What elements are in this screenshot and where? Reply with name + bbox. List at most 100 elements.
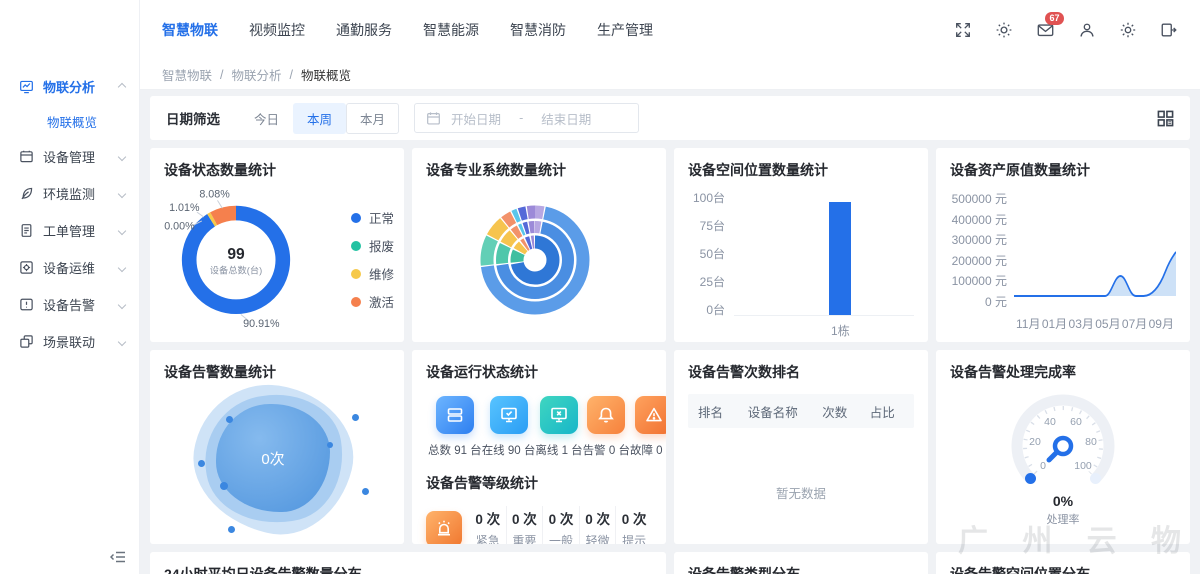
sidebar: 物联分析 物联概览 设备管理 环境监测 工单管理 设备运维 [0,0,140,574]
y-tick: 0台 [706,304,725,316]
completion-gauge-chart: 0 20 40 60 80 100 0% 处理率 [950,384,1176,530]
layout-grid-icon[interactable] [1157,110,1174,127]
donut-pct-scrap: 0.00% [164,221,195,233]
top-nav-bar: 智慧物联 视频监控 通勤服务 智慧能源 智慧消防 生产管理 67 [140,0,1200,60]
gear-square-icon [19,260,34,275]
theme-sun-icon[interactable] [1119,21,1137,39]
legend-item-normal[interactable]: 正常 [351,208,394,227]
alarm-level-title: 设备告警等级统计 [426,473,652,493]
gauge-tick-label: 40 [1044,416,1056,428]
level-important: 0 次 重要 [506,506,543,544]
legend-item-repair[interactable]: 维修 [351,264,394,283]
nav-tab-production[interactable]: 生产管理 [597,20,653,40]
gauge-tick-label: 60 [1070,416,1082,428]
date-range-input[interactable]: 开始日期 - 结束日期 [414,103,639,133]
sidebar-item-label: 设备运维 [43,258,95,277]
sidebar-item-device-ops[interactable]: 设备运维 [0,249,139,286]
sidebar-item-label: 环境监测 [43,184,95,203]
breadcrumb-item[interactable]: 物联分析 [232,65,282,84]
gauge-value: 0% [1053,493,1074,509]
nav-tab-video-monitor[interactable]: 视频监控 [249,20,305,40]
sidebar-item-device-management[interactable]: 设备管理 [0,138,139,175]
chevron-down-icon [118,226,126,234]
top-nav: 智慧物联 视频监控 通勤服务 智慧能源 智慧消防 生产管理 [162,20,653,40]
x-tick: 05月 [1095,315,1120,332]
card-24h-alarm-distribution: 24小时平均日设备告警数量分布 [150,552,666,574]
chevron-up-icon [118,82,126,90]
breadcrumb-current: 物联概览 [301,65,351,84]
column-header: 占比 [860,402,914,421]
chevron-down-icon [118,152,126,160]
level-value: 0 次 [507,508,543,528]
nav-tab-smart-fire[interactable]: 智慧消防 [510,20,566,40]
chevron-down-icon [118,337,126,345]
sidebar-item-device-alarm[interactable]: 设备告警 [0,286,139,323]
sidebar-collapse-icon[interactable] [110,550,126,564]
main-area: 智慧物联 视频监控 通勤服务 智慧能源 智慧消防 生产管理 67 [140,0,1200,574]
dashboard-cards: 设备状态数量统计 8.08% 1.01% [150,148,1190,574]
nav-tab-smart-iot[interactable]: 智慧物联 [162,20,218,40]
level-hint: 0 次 提示 [615,506,652,544]
chevron-down-icon [118,300,126,308]
sidebar-item-label: 设备告警 [43,295,95,314]
sidebar-item-work-order[interactable]: 工单管理 [0,212,139,249]
nav-tab-commute-service[interactable]: 通勤服务 [336,20,392,40]
sidebar-item-env-monitoring[interactable]: 环境监测 [0,175,139,212]
blob-inner: 0次 [216,404,330,512]
user-icon[interactable] [1078,21,1096,39]
top-icons: 67 [954,21,1178,39]
level-normal: 0 次 一般 [542,506,579,544]
fullscreen-icon[interactable] [954,21,972,39]
tile-label: 总数 91 台 [428,442,482,458]
sidebar-item-scene-linkage[interactable]: 场景联动 [0,323,139,360]
card-title: 设备告警类型分布 [688,564,914,574]
legend-label: 激活 [369,292,394,311]
y-tick: 75台 [700,220,725,232]
level-value: 0 次 [616,508,652,528]
sidebar-subitem-iot-overview[interactable]: 物联概览 [0,105,139,138]
bar-building-1[interactable] [829,202,851,315]
legend-item-active[interactable]: 激活 [351,292,394,311]
chevron-down-icon [118,263,126,271]
quick-today-button[interactable]: 今日 [240,103,293,134]
tile-online: 在线 90 台 [482,396,536,458]
monitor-x-icon [540,396,578,434]
calendar-icon [426,111,441,126]
area-plot: 11月 01月 03月 05月 07月 09月 [1014,190,1176,332]
sidebar-item-iot-analysis[interactable]: 物联分析 [0,68,139,105]
gauge-tick-label: 100 [1074,460,1092,472]
y-tick: 25台 [700,276,725,288]
legend-item-scrap[interactable]: 报废 [351,236,394,255]
logout-icon[interactable] [1160,21,1178,39]
quick-month-button[interactable]: 本月 [346,103,399,134]
legend-dot [351,213,361,223]
system-sunburst-chart [426,180,652,336]
level-label: 轻微 [580,532,616,544]
y-tick: 300000 元 [952,231,1007,248]
tile-total: 总数 91 台 [428,396,482,458]
level-urgent: 0 次 紧急 [470,506,506,544]
chevron-down-icon [118,189,126,197]
list-icon [436,396,474,434]
nav-tab-smart-energy[interactable]: 智慧能源 [423,20,479,40]
tile-label: 离线 1 台 [535,442,582,458]
gauge-tick-label: 80 [1085,436,1097,448]
legend-dot [351,241,361,251]
sidebar-item-label: 物联分析 [43,77,95,96]
y-tick: 50台 [700,248,725,260]
device-icon [19,149,34,164]
scatter-dot [198,460,205,467]
mail-icon[interactable]: 67 [1036,21,1055,39]
siren-icon [426,511,462,545]
warning-triangle-icon [635,396,666,434]
sidebar-item-label: 设备管理 [43,147,95,166]
breadcrumb-item[interactable]: 智慧物联 [162,65,212,84]
area-x-axis: 11月 01月 03月 05月 07月 09月 [1014,315,1176,332]
start-date-placeholder: 开始日期 [451,109,501,128]
settings-gear-icon[interactable] [995,21,1013,39]
y-tick: 100台 [693,192,725,204]
column-header: 设备名称 [738,402,813,421]
legend-label: 维修 [369,264,394,283]
gauge-tick-label: 20 [1029,436,1041,448]
quick-week-button[interactable]: 本周 [293,103,346,134]
